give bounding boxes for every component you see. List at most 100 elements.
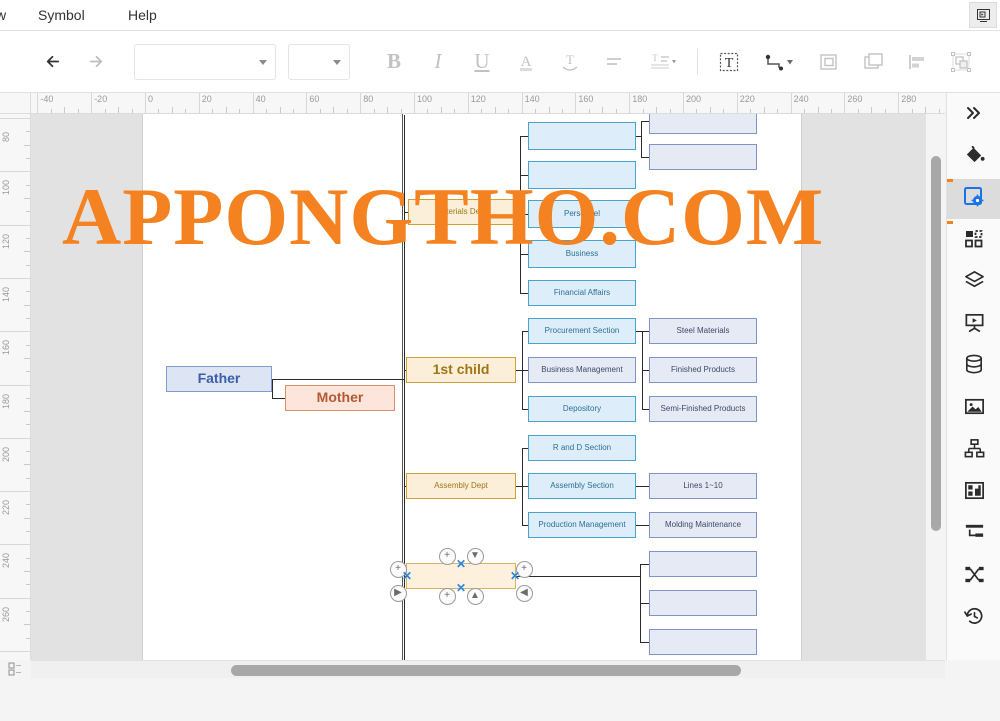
- diagram-node-b11[interactable]: Production Management: [528, 512, 636, 538]
- connector-line[interactable]: [520, 214, 528, 215]
- align-objects-button[interactable]: [900, 45, 934, 79]
- presentation-mode-icon[interactable]: [969, 2, 997, 28]
- connector-line[interactable]: [520, 136, 528, 137]
- redo-icon[interactable]: [79, 45, 113, 79]
- sidebar-item-chart[interactable]: [947, 473, 1000, 513]
- add-child-bottom-handle[interactable]: +: [438, 587, 456, 605]
- menu-item-view[interactable]: w: [0, 0, 12, 31]
- diagram-node-b3[interactable]: Personnel: [528, 200, 636, 228]
- diagram-node-g4[interactable]: Finished Products: [649, 357, 757, 383]
- sidebar-item-fill[interactable]: [947, 137, 1000, 177]
- diagram-node-b4[interactable]: Business: [528, 240, 636, 268]
- connector-line[interactable]: [640, 564, 649, 565]
- diagram-node-g7[interactable]: Molding Maintenance: [649, 512, 757, 538]
- diagram-node-g2[interactable]: [649, 144, 757, 170]
- diagram-node-assembly[interactable]: Assembly Dept: [406, 473, 516, 499]
- text-box-button[interactable]: T: [712, 45, 746, 79]
- connector-line[interactable]: [272, 379, 404, 380]
- sidebar-item-shape-options[interactable]: [947, 179, 1000, 219]
- line-spacing-button[interactable]: T: [641, 45, 683, 79]
- diagram-node-g10[interactable]: [649, 629, 757, 655]
- page-layout-icon[interactable]: [0, 660, 31, 678]
- expand-left-handle[interactable]: ◀: [515, 584, 533, 602]
- menu-item-help[interactable]: Help: [122, 0, 163, 31]
- connector-line[interactable]: [642, 370, 649, 371]
- expand-right-handle[interactable]: ▶: [389, 584, 407, 602]
- connector-button[interactable]: [756, 45, 802, 79]
- diagram-node-b6[interactable]: Procurement Section: [528, 318, 636, 344]
- font-family-select[interactable]: [134, 43, 276, 80]
- add-child-top-handle[interactable]: +: [438, 547, 456, 565]
- diagram-node-b10[interactable]: Assembly Section: [528, 473, 636, 499]
- connector-line[interactable]: [516, 576, 640, 577]
- diagram-node-g3[interactable]: Steel Materials: [649, 318, 757, 344]
- menu-item-symbol[interactable]: Symbol: [32, 0, 91, 31]
- sidebar-item-expand-panel[interactable]: [947, 95, 1000, 135]
- sidebar-item-distribute[interactable]: [947, 557, 1000, 597]
- font-color-button[interactable]: A: [509, 45, 543, 79]
- diagram-node-b2[interactable]: [528, 161, 636, 189]
- connect-point-top[interactable]: ✕: [456, 558, 467, 570]
- underline-button[interactable]: U: [465, 45, 499, 79]
- collapse-up-handle[interactable]: ▲: [466, 587, 484, 605]
- diagram-node-b9[interactable]: R and D Section: [528, 435, 636, 461]
- connector-line[interactable]: [636, 486, 649, 487]
- connector-line[interactable]: [520, 293, 528, 294]
- diagram-node-g1[interactable]: [649, 114, 757, 134]
- connector-line[interactable]: [642, 525, 649, 526]
- connector-line[interactable]: [272, 379, 273, 398]
- diagram-node-father[interactable]: Father: [166, 366, 272, 392]
- italic-button[interactable]: I: [421, 45, 455, 79]
- horizontal-ruler[interactable]: -40 -20 0 20 40 60 80 100 120 140 160 180 200 220 240 2…: [31, 93, 945, 114]
- horizontal-scrollbar-thumb[interactable]: [231, 665, 741, 676]
- undo-icon[interactable]: [35, 45, 69, 79]
- diagram-node-g8[interactable]: [649, 551, 757, 577]
- connector-line[interactable]: [640, 603, 649, 604]
- sidebar-item-data[interactable]: [947, 347, 1000, 387]
- sidebar-item-history[interactable]: [947, 599, 1000, 639]
- diagram-node-b5[interactable]: Financial Affairs: [528, 280, 636, 306]
- connector-line[interactable]: [520, 175, 528, 176]
- sidebar-item-connector-style[interactable]: [947, 515, 1000, 555]
- sidebar-item-symbols[interactable]: [947, 221, 1000, 261]
- canvas-horizontal-scrollbar[interactable]: [31, 660, 945, 678]
- connect-point-bottom[interactable]: ✕: [456, 582, 467, 594]
- connector-line[interactable]: [641, 121, 649, 122]
- ruler-tick: [24, 411, 30, 413]
- diagram-node-b7[interactable]: Business Management: [528, 357, 636, 383]
- connector-line[interactable]: [640, 642, 649, 643]
- vertical-ruler[interactable]: 80100120140160180200220240260280300: [0, 114, 31, 660]
- vertical-scrollbar-thumb[interactable]: [931, 156, 941, 531]
- canvas-vertical-scrollbar[interactable]: [925, 114, 945, 660]
- group-button[interactable]: [944, 45, 978, 79]
- diagram-node-g5[interactable]: Semi-Finished Products: [649, 396, 757, 422]
- collapse-down-handle[interactable]: ▼: [466, 547, 484, 565]
- curved-text-button[interactable]: T: [553, 45, 587, 79]
- bold-button[interactable]: B: [377, 45, 411, 79]
- sidebar-item-org-chart[interactable]: [947, 431, 1000, 471]
- connector-line[interactable]: [641, 121, 642, 157]
- connector-line[interactable]: [520, 254, 528, 255]
- canvas-viewport[interactable]: Father Mother Materials Dept 1st child Assem…: [31, 114, 945, 660]
- duplicate-button[interactable]: [856, 45, 890, 79]
- connector-line[interactable]: [272, 398, 285, 399]
- text-align-button[interactable]: [597, 45, 631, 79]
- bring-to-front-button[interactable]: [812, 45, 846, 79]
- font-size-select[interactable]: [288, 43, 350, 80]
- connector-line[interactable]: [641, 157, 649, 158]
- sidebar-item-presentation[interactable]: [947, 305, 1000, 345]
- sidebar-item-image[interactable]: [947, 389, 1000, 429]
- ruler-label: 280: [901, 94, 917, 104]
- diagram-node-materials[interactable]: Materials Dept: [408, 199, 514, 225]
- connect-point-right[interactable]: ✕: [510, 570, 521, 582]
- connect-point-left[interactable]: ✕: [402, 570, 413, 582]
- connector-line[interactable]: [642, 331, 649, 332]
- diagram-node-firstchild[interactable]: 1st child: [406, 357, 516, 383]
- diagram-node-g9[interactable]: [649, 590, 757, 616]
- connector-line[interactable]: [642, 409, 649, 410]
- sidebar-item-layers[interactable]: [947, 263, 1000, 303]
- diagram-node-b8[interactable]: Depository: [528, 396, 636, 422]
- diagram-node-g6[interactable]: Lines 1~10: [649, 473, 757, 499]
- diagram-node-mother[interactable]: Mother: [285, 385, 395, 411]
- diagram-node-b1[interactable]: [528, 122, 636, 150]
